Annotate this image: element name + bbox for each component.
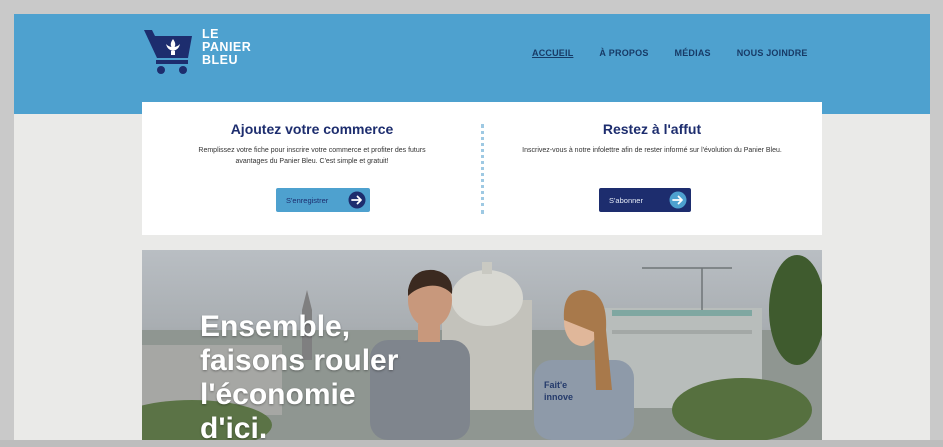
main-nav: ACCUEIL À PROPOS MÉDIAS NOUS JOINDRE — [532, 48, 834, 58]
nav-item-medias[interactable]: MÉDIAS — [675, 48, 711, 58]
arrow-right-circle-icon — [669, 191, 687, 209]
nav-item-nous-joindre[interactable]: NOUS JOINDRE — [737, 48, 808, 58]
cart-fleur-de-lis-icon — [144, 30, 192, 74]
hero-banner: Fait'e innove Ensemble, faisons rouler l… — [142, 250, 822, 440]
shirt-text-line-2: innove — [544, 392, 573, 402]
frame-bottom-edge — [0, 440, 943, 447]
logo-wordmark: LE PANIER BLEU — [202, 27, 252, 67]
arrow-right-circle-icon — [348, 191, 366, 209]
newsletter-card: Restez à l'affut Inscrivez-vous à notre … — [482, 102, 822, 235]
hero-headline: Ensemble, faisons rouler l'économie d'ic… — [200, 310, 399, 440]
register-button[interactable]: S'enregistrer — [276, 188, 370, 212]
cta-cards: Ajoutez votre commerce Remplissez votre … — [142, 102, 822, 235]
subscribe-button-label: S'abonner — [609, 195, 643, 205]
subscribe-button[interactable]: S'abonner — [599, 188, 691, 212]
newsletter-card-title: Restez à l'affut — [602, 121, 702, 137]
site-logo[interactable]: LE PANIER BLEU — [142, 26, 272, 78]
register-card-description: Remplissez votre fiche pour inscrire vot… — [198, 147, 426, 165]
shirt-text-line-1: Fait'e — [544, 380, 567, 390]
register-card-title: Ajoutez votre commerce — [230, 121, 394, 137]
site-header: LE PANIER BLEU ACCUEIL À PROPOS MÉDIAS N… — [14, 14, 930, 114]
nav-item-accueil[interactable]: ACCUEIL — [532, 48, 573, 58]
newsletter-card-description: Inscrivez-vous à notre infolettre afin d… — [522, 147, 782, 154]
browser-frame: LE PANIER BLEU ACCUEIL À PROPOS MÉDIAS N… — [14, 14, 930, 440]
register-card: Ajoutez votre commerce Remplissez votre … — [142, 102, 482, 235]
nav-item-a-propos[interactable]: À PROPOS — [599, 48, 648, 58]
register-button-label: S'enregistrer — [286, 195, 329, 205]
